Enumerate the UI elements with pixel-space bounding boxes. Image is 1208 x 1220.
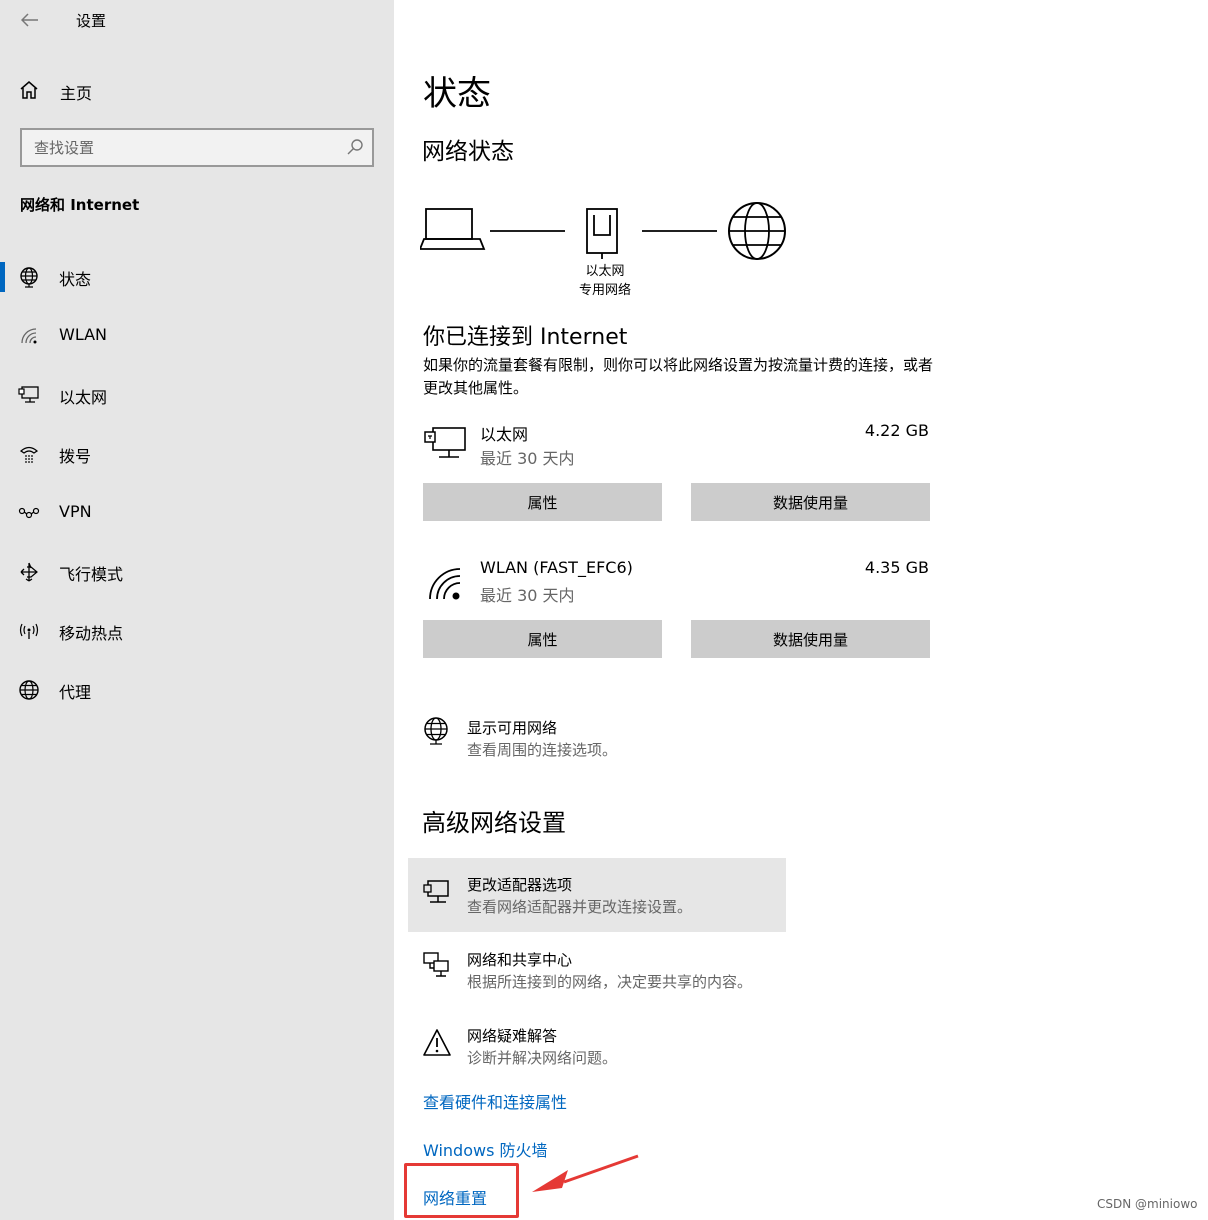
globe-status-icon xyxy=(424,717,448,745)
diagram-labels: 以太网 专用网络 xyxy=(540,262,670,300)
search-icon[interactable] xyxy=(346,138,364,156)
sidebar-item-label: 状态 xyxy=(59,270,92,289)
network-troubleshooter-row[interactable]: 网络疑难解答 诊断并解决网络问题。 xyxy=(408,1016,786,1076)
sidebar-item-proxy[interactable]: 代理 xyxy=(0,661,394,720)
ethernet-icon xyxy=(18,386,39,403)
sidebar-item-label: 主页 xyxy=(60,84,93,103)
sidebar-item-airplane[interactable]: 飞行模式 xyxy=(0,543,394,602)
sidebar-item-hotspot[interactable]: 移动热点 xyxy=(0,602,394,661)
sidebar-item-ethernet[interactable]: 以太网 xyxy=(0,366,394,425)
wifi-icon xyxy=(429,568,461,600)
row-description: 根据所连接到的网络，决定要共享的内容。 xyxy=(467,973,753,991)
sidebar-item-label: WLAN xyxy=(59,325,108,344)
ethernet-adapter-icon xyxy=(424,427,466,458)
watermark: CSDN @miniowo xyxy=(1097,1197,1198,1211)
sidebar-item-label: 代理 xyxy=(59,683,92,702)
network-adapter-icon xyxy=(423,880,449,903)
network-status-heading: 网络状态 xyxy=(422,139,514,165)
wifi-icon xyxy=(21,328,37,344)
sidebar-item-vpn[interactable]: VPN xyxy=(0,484,394,543)
ethernet-data-usage-button[interactable]: 数据使用量 xyxy=(691,483,930,521)
row-description: 查看网络适配器并更改连接设置。 xyxy=(467,898,693,916)
network-type-label: 专用网络 xyxy=(578,283,631,298)
main-content: 状态 网络状态 以太网 专用网络 你已连接到 Internet 如果你的流量套餐… xyxy=(394,0,1208,1220)
search-input[interactable] xyxy=(22,130,332,165)
laptop-icon xyxy=(420,208,486,250)
sidebar-section-title: 网络和 Internet xyxy=(20,196,140,214)
row-title: 网络和共享中心 xyxy=(467,951,573,969)
sharing-center-icon xyxy=(423,952,449,977)
airplane-icon xyxy=(20,562,38,582)
search-box[interactable] xyxy=(20,128,374,167)
connection-period: 最近 30 天内 xyxy=(480,586,575,605)
ethernet-properties-button[interactable]: 属性 xyxy=(423,483,662,521)
hotspot-icon xyxy=(19,623,39,639)
sidebar-item-home[interactable]: 主页 xyxy=(0,70,394,110)
row-title: 更改适配器选项 xyxy=(467,876,573,894)
ethernet-adapter-icon xyxy=(586,208,618,259)
hardware-properties-link[interactable]: 查看硬件和连接属性 xyxy=(423,1089,567,1113)
row-description: 查看周围的连接选项。 xyxy=(467,741,618,759)
sidebar-item-label: 拨号 xyxy=(59,447,92,466)
globe-icon xyxy=(19,680,39,700)
change-adapter-options-row[interactable]: 更改适配器选项 查看网络适配器并更改连接设置。 xyxy=(408,858,786,932)
row-description: 诊断并解决网络问题。 xyxy=(467,1049,618,1067)
warning-icon xyxy=(423,1029,451,1056)
wlan-data-usage-button[interactable]: 数据使用量 xyxy=(691,620,930,658)
dialup-icon xyxy=(20,446,38,463)
annotation-highlight-box xyxy=(404,1163,519,1218)
sidebar-item-label: 移动热点 xyxy=(59,624,124,643)
connection-name: 以太网 xyxy=(480,425,529,444)
back-button[interactable] xyxy=(14,6,46,34)
sidebar-item-label: VPN xyxy=(59,502,92,521)
sidebar-item-label: 以太网 xyxy=(59,388,108,407)
advanced-settings-heading: 高级网络设置 xyxy=(422,809,566,837)
home-icon xyxy=(20,81,38,99)
wlan-properties-button[interactable]: 属性 xyxy=(423,620,662,658)
sidebar-item-dialup[interactable]: 拨号 xyxy=(0,425,394,484)
connected-description: 如果你的流量套餐有限制，则你可以将此网络设置为按流量计费的连接，或者更改其他属性… xyxy=(423,356,934,397)
globe-status-icon xyxy=(20,267,38,288)
connected-title: 你已连接到 Internet xyxy=(423,325,628,350)
page-title: 状态 xyxy=(423,74,491,114)
network-sharing-center-row[interactable]: 网络和共享中心 根据所连接到的网络，决定要共享的内容。 xyxy=(408,940,786,1000)
row-title: 显示可用网络 xyxy=(467,719,558,737)
connection-usage: 4.35 GB xyxy=(864,558,929,577)
row-title: 网络疑难解答 xyxy=(467,1027,558,1045)
sidebar-nav: 状态 WLAN 以太网 拨号 VPN 飞行模式 移动热点 代理 xyxy=(0,248,394,720)
adapter-label: 以太网 xyxy=(585,264,625,279)
connection-usage: 4.22 GB xyxy=(864,421,929,440)
vpn-icon xyxy=(18,507,40,519)
show-available-networks-row[interactable]: 显示可用网络 查看周围的连接选项。 xyxy=(408,706,786,766)
app-title: 设置 xyxy=(76,12,107,30)
sidebar-item-wlan[interactable]: WLAN xyxy=(0,307,394,366)
internet-globe-icon xyxy=(728,202,786,260)
back-arrow-icon xyxy=(21,13,38,27)
connection-period: 最近 30 天内 xyxy=(480,449,575,468)
connection-name: WLAN (FAST_EFC6) xyxy=(480,558,633,577)
sidebar-item-label: 飞行模式 xyxy=(59,565,124,584)
annotation-arrow-icon xyxy=(532,1154,639,1192)
sidebar-item-status[interactable]: 状态 xyxy=(0,248,394,307)
sidebar: 设置 主页 网络和 Internet 状态 WLAN 以太网 拨号 VPN xyxy=(0,0,394,1220)
